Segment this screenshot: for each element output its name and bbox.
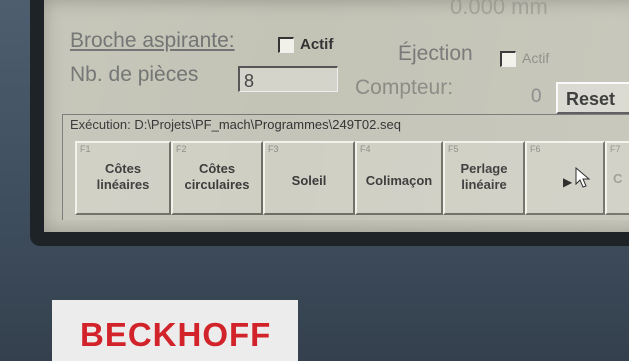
f6-number: F6 [530, 144, 541, 154]
execution-path: Exécution: D:\Projets\PF_mach\Programmes… [70, 117, 401, 132]
f7-label: C [613, 171, 623, 186]
f4-number: F4 [360, 144, 371, 154]
f4-label: Colimaçon [365, 173, 433, 188]
f3-key[interactable]: F3 Soleil [263, 141, 355, 215]
f6-key[interactable]: F6 ▶ [525, 141, 605, 215]
f2-label: Côtes circulaires [184, 161, 250, 192]
broche-checkbox-label: Actif [300, 36, 334, 53]
ejection-checkbox[interactable] [500, 51, 516, 67]
function-key-bar: F1 Côtes linéaires F2 Côtes circulaires … [75, 141, 629, 215]
f7-number: F7 [610, 144, 621, 154]
reset-button[interactable]: Reset [556, 82, 629, 114]
compteur-label: Compteur: [355, 76, 454, 99]
f4-key[interactable]: F4 Colimaçon [355, 141, 443, 215]
ejection-label: Éjection [398, 42, 473, 65]
pieces-input[interactable]: 8 [238, 66, 338, 92]
f7-key[interactable]: F7 C [605, 141, 629, 215]
pieces-label: Nb. de pièces [70, 63, 199, 86]
f1-key[interactable]: F1 Côtes linéaires [75, 141, 171, 215]
compteur-value: 0 [531, 86, 542, 107]
f3-number: F3 [268, 144, 279, 154]
broche-checkbox[interactable] [278, 37, 294, 53]
ejection-checkbox-label: Actif [522, 50, 550, 66]
f2-key[interactable]: F2 Côtes circulaires [171, 141, 263, 215]
broche-label: Broche aspirante: [70, 29, 235, 52]
position-readout: 0.000 mm [450, 0, 548, 19]
device-panel: 0.000 mm Broche aspirante: Actif Éjectio… [0, 0, 629, 361]
f2-number: F2 [176, 144, 187, 154]
f5-number: F5 [448, 144, 459, 154]
f1-label: Côtes linéaires [96, 161, 150, 192]
play-arrow-icon: ▶ [563, 175, 573, 189]
f5-key[interactable]: F5 Perlage linéaire [443, 141, 525, 215]
f1-number: F1 [80, 144, 91, 154]
f3-label: Soleil [291, 173, 327, 188]
beckhoff-logo: BECKHOFF [80, 316, 272, 353]
f5-label: Perlage linéaire [460, 161, 508, 192]
mouse-cursor-icon [575, 167, 591, 188]
